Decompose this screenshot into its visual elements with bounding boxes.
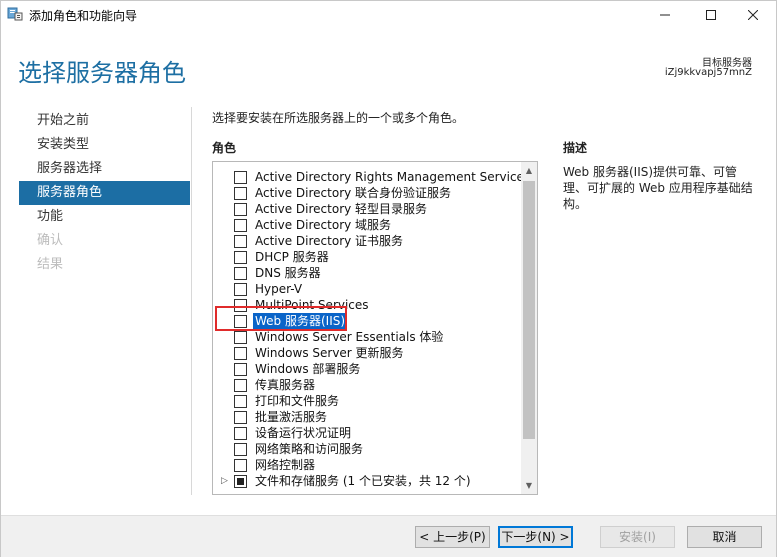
chevron-up-icon: ▲ — [525, 166, 533, 175]
nav-item-features[interactable]: 功能 — [19, 205, 190, 229]
role-checkbox[interactable] — [234, 171, 247, 184]
nav-divider — [191, 107, 192, 495]
wizard-window: 添加角色和功能向导 选择服务器角色 目标服务器 iZj9kkvapj57mnZ … — [0, 0, 777, 557]
minimize-icon — [660, 14, 670, 16]
list-item[interactable]: Active Directory 域服务 — [213, 217, 523, 233]
role-label: Active Directory 联合身份验证服务 — [255, 186, 452, 200]
list-item[interactable]: 网络控制器 — [213, 457, 523, 473]
list-item[interactable]: DHCP 服务器 — [213, 249, 523, 265]
nav-item-before-you-begin[interactable]: 开始之前 — [19, 109, 190, 133]
role-checkbox[interactable] — [234, 299, 247, 312]
role-checkbox[interactable] — [234, 187, 247, 200]
role-checkbox[interactable] — [234, 267, 247, 280]
description-text: Web 服务器(IIS)提供可靠、可管理、可扩展的 Web 应用程序基础结构。 — [563, 165, 753, 211]
role-checkbox[interactable] — [234, 331, 247, 344]
role-checkbox[interactable] — [234, 251, 247, 264]
role-label: Windows 部署服务 — [255, 362, 361, 376]
nav-item-confirmation: 确认 — [37, 233, 64, 248]
role-checkbox[interactable] — [234, 203, 247, 216]
list-item[interactable]: Active Directory 联合身份验证服务 — [213, 185, 523, 201]
role-checkbox-partial[interactable] — [234, 475, 247, 488]
cancel-button[interactable]: 取消 — [687, 526, 762, 548]
close-icon — [748, 10, 758, 20]
roles-heading: 角色 — [212, 141, 237, 155]
role-checkbox[interactable] — [234, 347, 247, 360]
nav-item-installation-type[interactable]: 安装类型 — [19, 133, 190, 157]
role-label: DHCP 服务器 — [255, 250, 329, 264]
expand-arrow-icon[interactable]: ▷ — [221, 476, 228, 486]
scroll-up-button[interactable]: ▲ — [521, 162, 537, 179]
list-item[interactable]: Active Directory 轻型目录服务 — [213, 201, 523, 217]
role-checkbox[interactable] — [234, 315, 247, 328]
role-checkbox[interactable] — [234, 443, 247, 456]
role-label: 传真服务器 — [255, 378, 316, 392]
role-label: Windows Server 更新服务 — [255, 346, 404, 360]
role-checkbox[interactable] — [234, 395, 247, 408]
list-item[interactable]: Windows Server Essentials 体验 — [213, 329, 523, 345]
role-checkbox[interactable] — [234, 379, 247, 392]
role-checkbox[interactable] — [234, 411, 247, 424]
page-title: 选择服务器角色 — [18, 59, 186, 87]
previous-button[interactable]: < 上一步(P) — [415, 526, 490, 548]
role-checkbox[interactable] — [234, 219, 247, 232]
description-heading: 描述 — [563, 141, 588, 155]
wizard-footer: < 上一步(P) 下一步(N) > 安装(I) 取消 — [1, 515, 776, 557]
minimize-button[interactable] — [642, 1, 688, 29]
role-label: DNS 服务器 — [255, 266, 321, 280]
role-label-selected: Web 服务器(IIS) — [253, 313, 348, 329]
role-label: 网络控制器 — [255, 458, 316, 472]
list-item[interactable]: 网络策略和访问服务 — [213, 441, 523, 457]
scroll-thumb[interactable] — [523, 181, 535, 439]
role-checkbox[interactable] — [234, 235, 247, 248]
instruction-text: 选择要安装在所选服务器上的一个或多个角色。 — [212, 111, 465, 125]
nav-item-server-selection[interactable]: 服务器选择 — [19, 157, 190, 181]
install-button: 安装(I) — [600, 526, 675, 548]
role-label: Active Directory 轻型目录服务 — [255, 202, 428, 216]
list-item[interactable]: DNS 服务器 — [213, 265, 523, 281]
target-server-name: iZj9kkvapj57mnZ — [664, 67, 752, 78]
list-item[interactable]: MultiPoint Services — [213, 297, 523, 313]
role-checkbox[interactable] — [234, 283, 247, 296]
list-item-web-server-iis[interactable]: Web 服务器(IIS) — [213, 313, 523, 329]
role-label: Active Directory Rights Management Servi… — [255, 170, 531, 184]
list-item[interactable]: 设备运行状况证明 — [213, 425, 523, 441]
role-label: Windows Server Essentials 体验 — [255, 330, 444, 344]
role-label: Active Directory 证书服务 — [255, 234, 404, 248]
list-item[interactable]: Active Directory Rights Management Servi… — [213, 169, 530, 185]
list-item[interactable]: 打印和文件服务 — [213, 393, 523, 409]
next-button[interactable]: 下一步(N) > — [498, 526, 573, 548]
window-title: 添加角色和功能向导 — [29, 9, 138, 23]
maximize-button[interactable] — [688, 1, 734, 29]
role-label: 设备运行状况证明 — [255, 426, 352, 440]
list-item[interactable]: 批量激活服务 — [213, 409, 523, 425]
server-manager-app-icon — [7, 7, 23, 21]
list-item[interactable]: Windows Server 更新服务 — [213, 345, 523, 361]
list-item[interactable]: Hyper-V — [213, 281, 523, 297]
nav-item-server-roles[interactable]: 服务器角色 — [19, 181, 190, 205]
role-label: 批量激活服务 — [255, 410, 328, 424]
role-label: 打印和文件服务 — [255, 394, 340, 408]
roles-list[interactable]: Active Directory Rights Management Servi… — [212, 161, 538, 495]
chevron-down-icon: ▼ — [525, 481, 533, 490]
list-item-file-storage[interactable]: ▷ 文件和存储服务 (1 个已安装，共 12 个) — [213, 473, 523, 489]
role-label: 网络策略和访问服务 — [255, 442, 364, 456]
list-item[interactable]: Active Directory 证书服务 — [213, 233, 523, 249]
close-button[interactable] — [730, 1, 776, 29]
role-label: Active Directory 域服务 — [255, 218, 392, 232]
list-item[interactable]: 传真服务器 — [213, 377, 523, 393]
role-label: 文件和存储服务 (1 个已安装，共 12 个) — [255, 474, 471, 488]
nav-item-results: 结果 — [37, 257, 64, 272]
role-label: Hyper-V — [255, 282, 303, 296]
scroll-down-button[interactable]: ▼ — [521, 477, 537, 494]
roles-scrollbar[interactable]: ▲ ▼ — [521, 162, 537, 494]
role-label: MultiPoint Services — [255, 298, 369, 312]
role-checkbox[interactable] — [234, 427, 247, 440]
maximize-icon — [706, 10, 716, 20]
title-bar[interactable]: 添加角色和功能向导 — [1, 1, 776, 29]
role-checkbox[interactable] — [234, 459, 247, 472]
wizard-nav: 开始之前 安装类型 服务器选择 服务器角色 功能 确认 结果 — [19, 109, 190, 277]
list-item[interactable]: Windows 部署服务 — [213, 361, 523, 377]
role-checkbox[interactable] — [234, 363, 247, 376]
